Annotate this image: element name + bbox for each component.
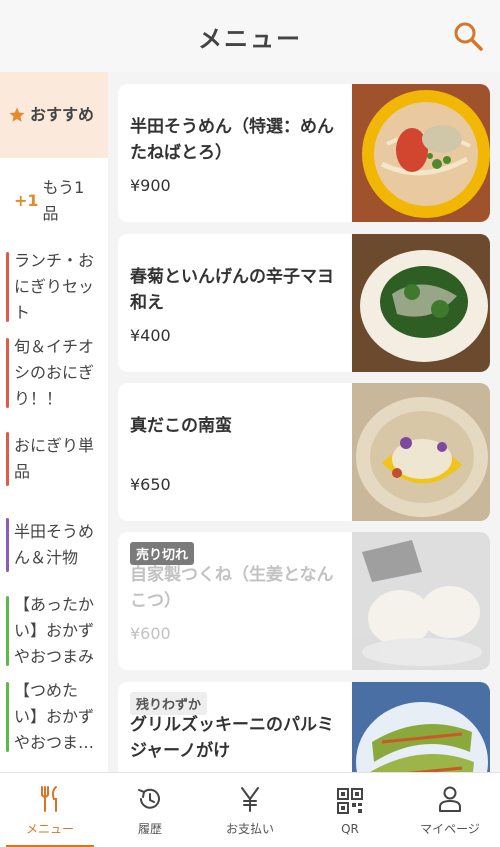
qr-code-icon (337, 787, 363, 814)
tab-mypage[interactable]: マイページ (400, 773, 500, 847)
sidebar-item-onigiri[interactable]: おにぎり単品 (0, 416, 108, 502)
menu-item-card[interactable]: 春菊といんげんの辛子マヨ和え ¥400 (118, 234, 490, 372)
tab-label: マイページ (420, 822, 480, 836)
menu-item-photo (352, 532, 490, 670)
menu-item-card[interactable]: 売り切れ 自家製つくね（生姜となんこつ） ¥600 (118, 532, 490, 670)
sidebar-item-label: 旬＆イチオシのおにぎり！！ (14, 337, 95, 408)
category-color-bar (6, 596, 9, 666)
sidebar-item-label: 【つめたい】おかずやおつま… (14, 681, 95, 752)
sidebar-item-one-more[interactable]: +1 もう1品 (0, 158, 108, 244)
category-color-bar (6, 252, 9, 322)
menu-item-name: 真だこの南蛮 (130, 416, 232, 436)
tab-label: メニュー (25, 822, 74, 836)
tab-label: QR (341, 821, 359, 836)
sidebar-item-lunch-set[interactable]: ランチ・おにぎりセット (0, 244, 108, 330)
menu-item-photo (352, 383, 490, 521)
tab-payment[interactable]: お支払い (200, 773, 300, 847)
person-icon (439, 786, 461, 812)
sidebar-item-label: おにぎり単品 (14, 436, 95, 481)
search-icon[interactable] (452, 20, 484, 52)
bottom-tab-bar: メニュー 履歴 お支払い QR マイページ (0, 772, 500, 847)
menu-item-photo (352, 234, 490, 372)
sidebar-item-label: おすすめ (30, 105, 95, 124)
sidebar-item-somen[interactable]: 半田そうめん＆汁物 (0, 502, 108, 588)
category-color-bar (6, 432, 9, 486)
sidebar-item-label: 半田そうめん＆汁物 (14, 522, 95, 567)
category-color-bar (6, 518, 9, 572)
page-title: メニュー (198, 24, 302, 53)
category-sidebar: おすすめ +1 もう1品 ランチ・おにぎりセット 旬＆イチオシのおにぎり！！ お… (0, 72, 108, 772)
menu-item-name: グリルズッキーニのパルミジャーノがけ (130, 715, 334, 761)
menu-item-name: 春菊といんげんの辛子マヨ和え (130, 267, 334, 313)
sidebar-item-label: ランチ・おにぎりセット (14, 251, 95, 322)
tab-label: お支払い (225, 822, 274, 836)
sidebar-item-cold-dishes[interactable]: 【つめたい】おかずやおつま… (0, 674, 108, 760)
tab-history[interactable]: 履歴 (100, 773, 200, 847)
menu-item-photo (352, 682, 490, 772)
menu-item-price: ¥900 (130, 176, 171, 195)
sidebar-item-label: もう1品 (42, 178, 85, 223)
menu-item-name: 自家製つくね（生姜となんこつ） (130, 565, 334, 611)
menu-item-price: ¥600 (130, 624, 171, 643)
category-color-bar (6, 338, 9, 408)
sidebar-item-seasonal[interactable]: 旬＆イチオシのおにぎり！！ (0, 330, 108, 416)
tab-qr[interactable]: QR (300, 773, 400, 847)
tab-menu[interactable]: メニュー (0, 773, 100, 847)
menu-item-card[interactable]: 真だこの南蛮 ¥650 (118, 383, 490, 521)
star-icon (9, 107, 25, 122)
menu-item-price: ¥650 (130, 475, 171, 494)
fork-knife-icon (41, 786, 57, 812)
menu-item-photo (352, 84, 490, 222)
plus-one-icon: +1 (14, 191, 39, 210)
menu-item-card[interactable]: 半田そうめん（特選：めんたねばとろ） ¥900 (118, 84, 490, 222)
category-color-bar (6, 682, 9, 752)
menu-item-name: 半田そうめん（特選：めんたねばとろ） (130, 117, 334, 163)
sidebar-item-recommended[interactable]: おすすめ (0, 72, 108, 158)
yen-icon (241, 787, 259, 812)
menu-item-price: ¥400 (130, 326, 171, 345)
menu-item-card[interactable]: 残りわずか グリルズッキーニのパルミジャーノがけ (118, 682, 490, 772)
history-icon (138, 788, 160, 809)
sidebar-item-hot-dishes[interactable]: 【あったかい】おかずやおつまみ (0, 588, 108, 674)
menu-list: 半田そうめん（特選：めんたねばとろ） ¥900 春菊といんげんの辛子マヨ和え ¥… (108, 72, 500, 772)
app-header: メニュー (0, 0, 500, 72)
tab-label: 履歴 (137, 822, 162, 836)
sidebar-item-label: 【あったかい】おかずやおつまみ (14, 595, 95, 666)
